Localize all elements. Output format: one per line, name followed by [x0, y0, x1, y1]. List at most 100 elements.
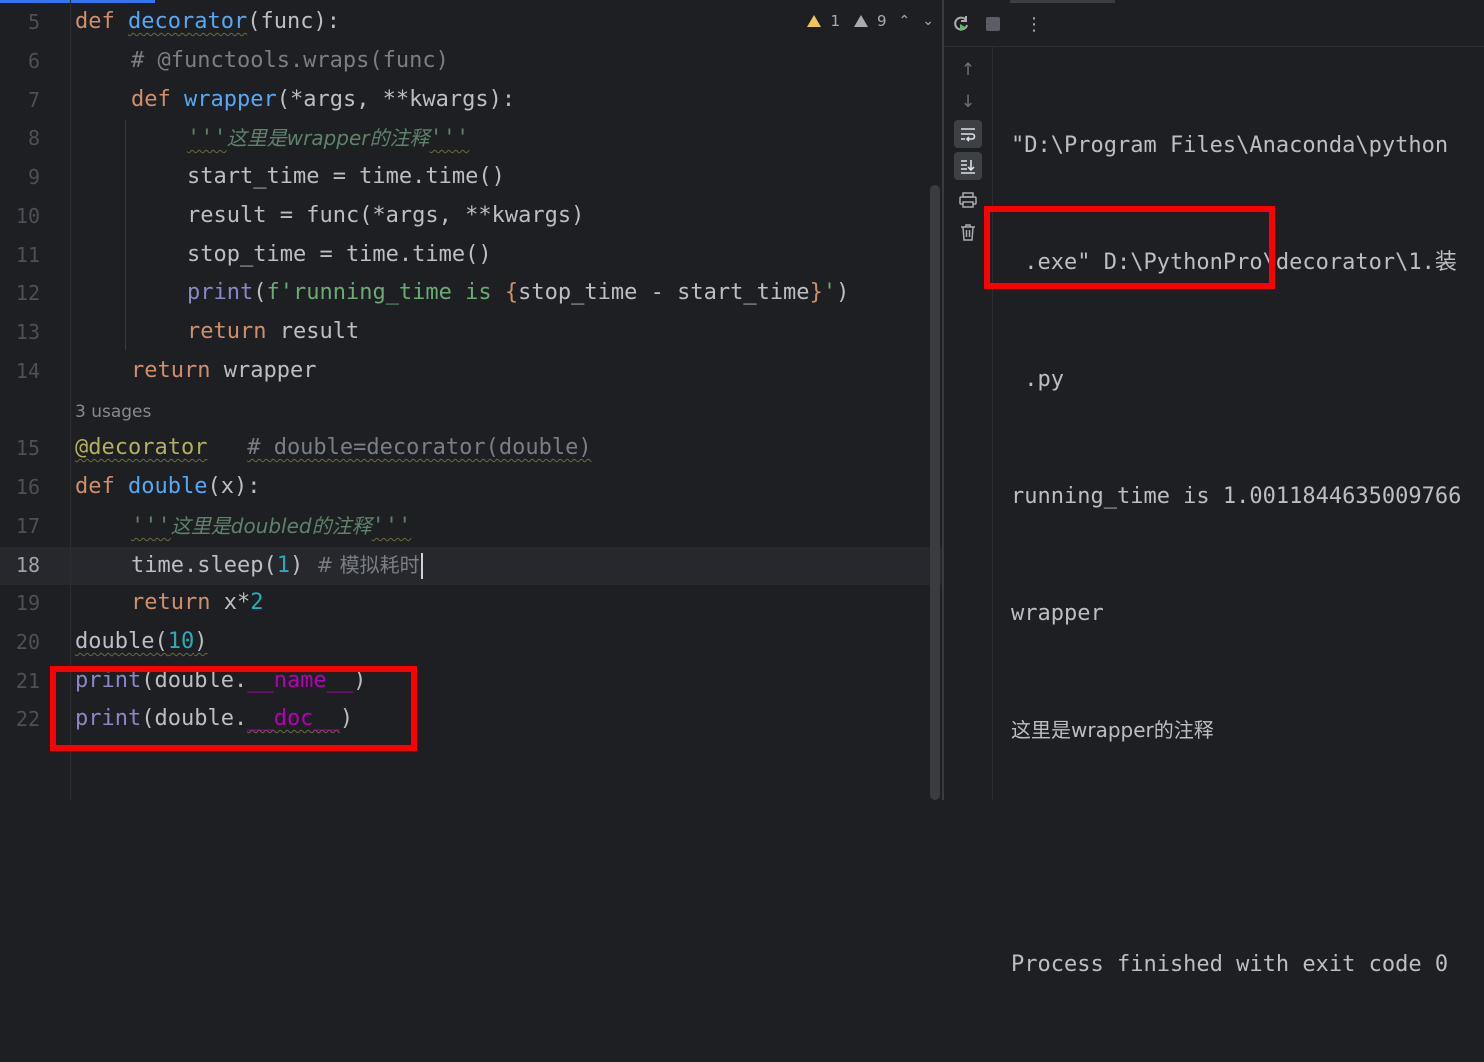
code-line-17[interactable]: '''这里是doubled的注释''' — [131, 507, 411, 546]
code-line-19[interactable]: return x*2 — [131, 584, 263, 622]
code-text: result — [266, 319, 360, 344]
keyword: def — [75, 474, 115, 499]
code-line-6[interactable]: # @functools.wraps(func) — [131, 42, 449, 80]
code-text: result = func(*args, **kwargs) — [187, 203, 585, 228]
code-line-9[interactable]: start_time = time.time() — [187, 158, 505, 196]
line-number: 19 — [15, 591, 40, 615]
keyword: return — [187, 319, 267, 344]
number: 2 — [250, 590, 264, 615]
code-line-20[interactable]: double(10) — [75, 623, 207, 661]
soft-wrap-icon[interactable] — [954, 120, 982, 148]
keyword: def — [75, 9, 115, 34]
code-line-11[interactable]: stop_time = time.time() — [187, 236, 492, 274]
code-editor[interactable]: 5 6 7 8 9 10 11 12 13 14 15 16 17 18 19 … — [0, 0, 942, 800]
code-line-8[interactable]: '''这里是wrapper的注释''' — [187, 119, 469, 158]
code-line-14[interactable]: return wrapper — [131, 352, 316, 390]
code-text: (*args, **kwargs): — [276, 87, 516, 112]
scroll-to-end-icon[interactable] — [954, 152, 982, 180]
number: 10 — [167, 629, 195, 654]
docstring-quote: ''' — [187, 126, 227, 151]
line-number: 7 — [27, 88, 40, 112]
code-line-18[interactable]: time.sleep(1) # 模拟耗时 — [131, 546, 423, 585]
code-text: double( — [75, 629, 168, 654]
down-arrow-icon[interactable]: ↓ — [954, 88, 982, 116]
line-number-active: 18 — [15, 553, 40, 577]
fstring-brace: { — [504, 280, 519, 305]
function-name: wrapper — [184, 87, 277, 112]
line-number: 8 — [27, 126, 40, 150]
code-line-12[interactable]: print(f'running_time is {stop_time - sta… — [187, 274, 849, 312]
console-line: wrapper — [1011, 601, 1104, 626]
usages-hint[interactable]: 3 usages — [75, 397, 151, 427]
code-text: ) — [289, 553, 304, 578]
code-text: ) — [194, 629, 208, 654]
line-number: 22 — [15, 707, 40, 731]
line-number: 11 — [15, 243, 40, 267]
line-number: 13 — [15, 320, 40, 344]
code-text: stop_time = time.time() — [187, 242, 492, 267]
docstring-quote: ''' — [131, 514, 171, 539]
console-line: Process finished with exit code 0 — [1011, 952, 1449, 977]
weak-warning-count: 9 — [876, 12, 887, 30]
code-text: time.sleep( — [131, 553, 277, 578]
warning-icon — [807, 15, 822, 27]
console-side-toolbar: ↑ ↓ — [944, 46, 993, 800]
code-text: ( — [253, 280, 267, 305]
print-icon[interactable] — [954, 186, 982, 214]
editor-scrollbar[interactable] — [930, 185, 940, 800]
code-line-15[interactable]: @decorator # double=decorator(double) — [75, 429, 592, 467]
fstring-brace: } — [809, 280, 823, 305]
code-text: x* — [210, 590, 251, 615]
docstring-quote: ''' — [371, 514, 412, 539]
warning-count: 1 — [830, 12, 840, 30]
chevron-up-icon[interactable]: ⌃ — [899, 13, 911, 29]
line-number: 10 — [15, 204, 40, 228]
builtin: print — [187, 280, 254, 305]
console-line: 这里是wrapper的注释 — [1011, 718, 1214, 742]
run-tool-window: ⋮ ↑ ↓ "D:\Program Files\Anaconda\python … — [944, 0, 1484, 977]
line-number: 5 — [27, 10, 40, 34]
line-number: 21 — [15, 669, 40, 693]
line-number: 14 — [15, 359, 40, 383]
up-arrow-icon[interactable]: ↑ — [954, 56, 982, 84]
code-text: stop_time - start_time — [518, 280, 810, 305]
docstring: 这里是wrapper的注释 — [226, 126, 430, 150]
console-line: running_time is 1.0011844635009766 — [1011, 484, 1462, 509]
docstring-quote: ''' — [429, 126, 470, 151]
run-toolbar: ⋮ — [944, 0, 1484, 47]
comment: # 模拟耗时 — [316, 553, 420, 577]
highlight-box-output — [984, 206, 1275, 289]
decorator: @decorator — [75, 435, 208, 460]
code-text: wrapper — [210, 358, 317, 383]
console-output[interactable]: "D:\Program Files\Anaconda\python .exe" … — [1011, 48, 1461, 1062]
text-caret — [420, 553, 423, 579]
weak-warning-icon — [853, 15, 868, 27]
code-text: (x): — [207, 474, 261, 499]
code-line-13[interactable]: return result — [187, 313, 359, 351]
line-number: 16 — [15, 475, 40, 499]
code-text: (func): — [247, 9, 340, 34]
line-number: 15 — [15, 436, 40, 460]
code-line-5[interactable]: def decorator(func): — [75, 3, 340, 41]
console-line: .py — [1011, 367, 1064, 392]
stop-icon[interactable] — [981, 12, 1005, 36]
code-line-16[interactable]: def double(x): — [75, 468, 260, 506]
run-tab-indicator — [1010, 0, 1115, 3]
line-number: 9 — [27, 165, 40, 189]
rerun-icon[interactable] — [949, 12, 973, 36]
inspection-widget[interactable]: 1 9 ⌃ ⌄ — [807, 8, 934, 34]
keyword: return — [131, 358, 211, 383]
chevron-down-icon[interactable]: ⌄ — [922, 13, 934, 29]
highlight-box-print-statements — [50, 666, 417, 751]
function-name: decorator — [128, 9, 248, 34]
trash-icon[interactable] — [954, 218, 982, 246]
number: 1 — [276, 553, 290, 578]
code-line-10[interactable]: result = func(*args, **kwargs) — [187, 197, 584, 235]
code-line-7[interactable]: def wrapper(*args, **kwargs): — [131, 81, 515, 119]
line-number: 6 — [27, 49, 40, 73]
more-icon[interactable]: ⋮ — [1022, 12, 1046, 36]
indent-guide — [125, 120, 126, 350]
code-text: start_time = time.time() — [187, 164, 505, 189]
string: f'running_time is — [266, 280, 505, 305]
